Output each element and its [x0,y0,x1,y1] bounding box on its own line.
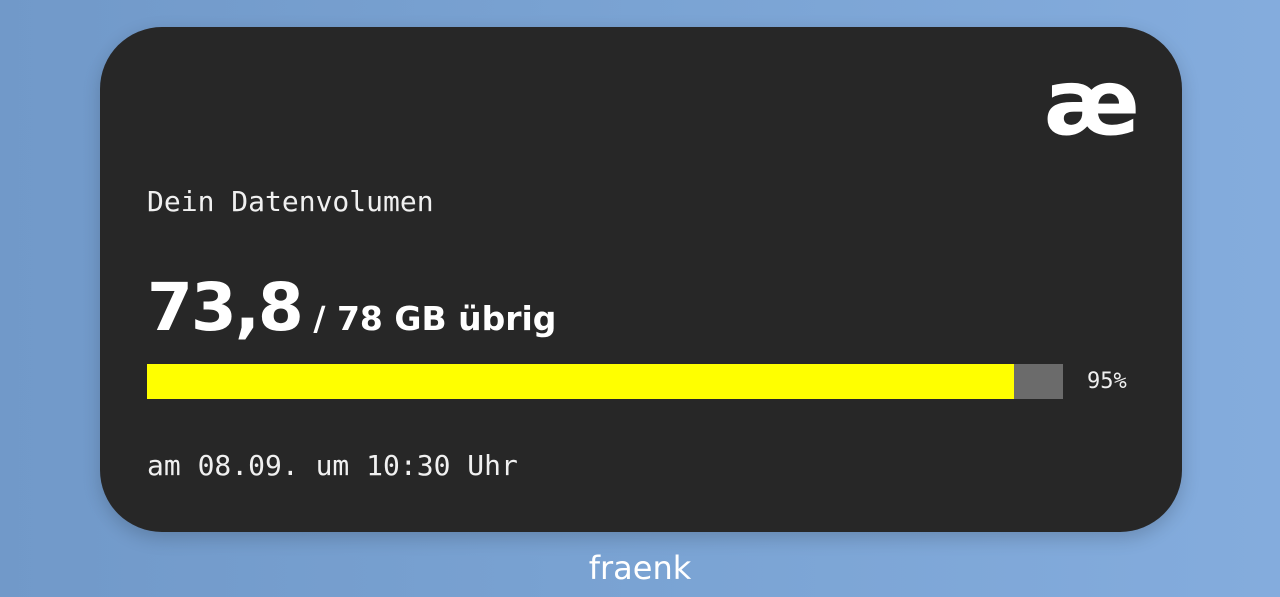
progress-percent: 95% [1087,369,1127,394]
data-usage-progress-fill [147,364,1014,399]
widget-app-label: fraenk [588,549,692,587]
last-updated-timestamp: am 08.09. um 10:30 Uhr [147,449,518,482]
data-volume-widget[interactable]: æ Dein Datenvolumen 73,8 / 78 GB übrig 9… [100,27,1182,532]
data-usage-progress-bar [147,364,1063,399]
remaining-value: 73,8 [147,269,304,346]
remaining-total-label: / 78 GB übrig [313,299,557,338]
app-logo: æ [1043,49,1140,156]
widget-title: Dein Datenvolumen [147,185,434,218]
remaining-data: 73,8 / 78 GB übrig [147,275,556,341]
